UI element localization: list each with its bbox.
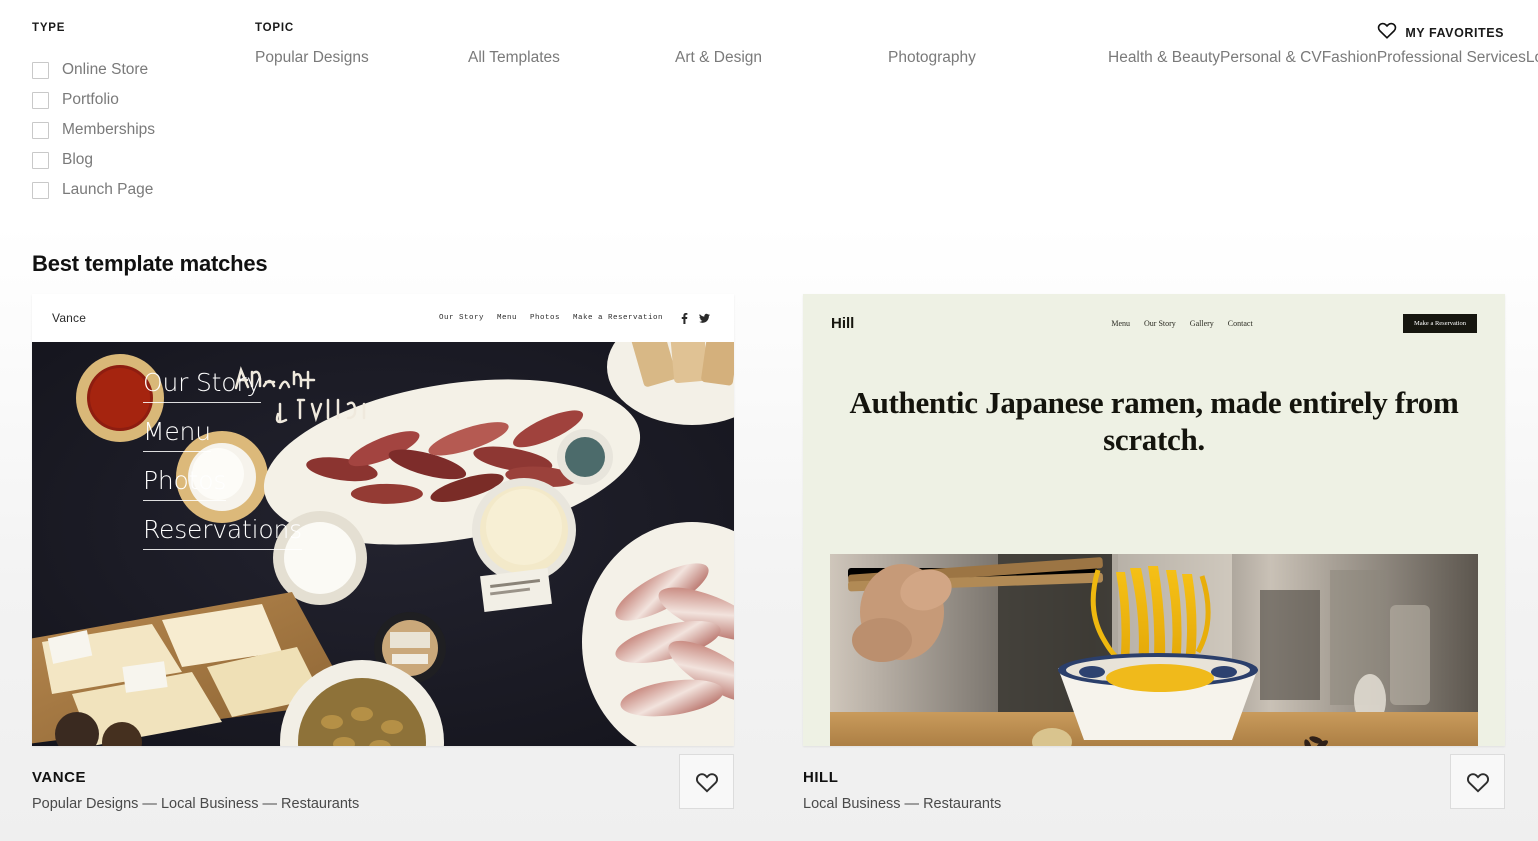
heart-icon bbox=[1377, 21, 1397, 44]
vance-logo: Vance bbox=[52, 311, 87, 325]
type-filter-blog[interactable]: Blog bbox=[32, 145, 155, 175]
topic-filter-column: TOPIC bbox=[255, 22, 294, 34]
type-filter-memberships[interactable]: Memberships bbox=[32, 115, 155, 145]
template-preview-vance[interactable]: Vance Our Story Menu Photos Make a Reser… bbox=[32, 294, 734, 746]
template-card-footer-vance: VANCE Popular Designs — Local Business —… bbox=[32, 746, 734, 836]
heart-icon bbox=[695, 772, 718, 793]
type-filter-label: Launch Page bbox=[62, 181, 154, 198]
hill-preview-body: Hill Menu Our Story Gallery Contact Make… bbox=[803, 294, 1505, 746]
topic-item-label: Fashion bbox=[1321, 49, 1377, 66]
template-card-grid: Vance Our Story Menu Photos Make a Reser… bbox=[32, 294, 1505, 836]
hill-preview-topbar: Hill Menu Our Story Gallery Contact Make… bbox=[803, 294, 1505, 352]
my-favorites-label: MY FAVORITES bbox=[1405, 25, 1504, 40]
template-name: HILL bbox=[803, 769, 839, 786]
hill-logo: Hill bbox=[831, 314, 855, 332]
topic-item-label: Health & Beauty bbox=[1108, 49, 1221, 66]
vance-nav-menu: Menu bbox=[496, 314, 517, 322]
vance-preview-nav: Our Story Menu Photos Make a Reservation bbox=[438, 312, 710, 324]
topic-item-label: Local Business bbox=[1525, 49, 1538, 66]
template-card-footer-hill: HILL Local Business — Restaurants bbox=[803, 746, 1505, 836]
hill-nav-gallery: Gallery bbox=[1189, 318, 1214, 328]
checkbox-icon[interactable] bbox=[32, 91, 49, 109]
vance-hero-link-menu: Menu bbox=[143, 417, 211, 452]
vance-hero-image bbox=[32, 342, 734, 746]
type-filter-label: Online Store bbox=[62, 61, 149, 78]
hill-nav-our-story: Our Story bbox=[1144, 318, 1176, 328]
filter-bar: TYPE Online Store Portfolio Memberships … bbox=[0, 0, 1538, 224]
type-filter-launch-page[interactable]: Launch Page bbox=[32, 175, 155, 205]
template-preview-hill[interactable]: Hill Menu Our Story Gallery Contact Make… bbox=[803, 294, 1505, 746]
page-title: Best template matches bbox=[32, 251, 268, 276]
vance-preview-topbar: Vance Our Story Menu Photos Make a Reser… bbox=[32, 294, 734, 342]
vance-hero: Our Story Menu Photos Reservations bbox=[32, 342, 734, 746]
vance-hero-link-reservations: Reservations bbox=[143, 515, 302, 550]
type-filter-label: Portfolio bbox=[62, 91, 119, 108]
vance-social-links bbox=[681, 312, 710, 324]
hill-nav-contact: Contact bbox=[1227, 318, 1253, 328]
topic-item-label: Professional Services bbox=[1376, 49, 1526, 66]
vance-nav-our-story: Our Story bbox=[438, 314, 484, 322]
type-heading: TYPE bbox=[32, 22, 66, 34]
facebook-icon bbox=[681, 312, 688, 324]
vance-nav-make-a-reservation: Make a Reservation bbox=[572, 314, 663, 322]
type-filter-column: TYPE Online Store Portfolio Memberships … bbox=[32, 22, 155, 205]
template-card-hill[interactable]: Hill Menu Our Story Gallery Contact Make… bbox=[803, 294, 1505, 836]
template-card-vance[interactable]: Vance Our Story Menu Photos Make a Reser… bbox=[32, 294, 734, 836]
my-favorites-button[interactable]: MY FAVORITES bbox=[1377, 21, 1504, 44]
hill-headline: Authentic Japanese ramen, made entirely … bbox=[849, 385, 1459, 457]
type-filter-online-store[interactable]: Online Store bbox=[32, 55, 155, 85]
vance-nav-photos: Photos bbox=[529, 314, 560, 322]
template-categories: Local Business — Restaurants bbox=[803, 796, 1002, 812]
topic-item-label: Personal & CV bbox=[1220, 49, 1322, 66]
hill-preview-nav: Menu Our Story Gallery Contact bbox=[1111, 319, 1252, 328]
topic-item-personal-cv[interactable]: →Personal & CV bbox=[1220, 43, 1322, 73]
topic-item-popular-designs[interactable]: →Popular Designs bbox=[255, 43, 468, 73]
checkbox-icon[interactable] bbox=[32, 121, 49, 139]
topic-item-health-beauty[interactable]: →Health & Beauty bbox=[1108, 43, 1220, 73]
checkbox-icon[interactable] bbox=[32, 61, 49, 79]
vance-hero-link-photos: Photos bbox=[143, 466, 226, 501]
twitter-icon bbox=[699, 313, 710, 323]
favorite-button-hill[interactable] bbox=[1450, 754, 1505, 809]
topic-filter-grid: →Popular Designs →All Templates →Art & D… bbox=[255, 43, 1538, 73]
checkbox-icon[interactable] bbox=[32, 181, 49, 199]
hill-make-a-reservation-button: Make a Reservation bbox=[1403, 313, 1477, 333]
template-name: VANCE bbox=[32, 769, 87, 786]
topic-item-professional-services[interactable]: →Professional Services bbox=[1377, 43, 1526, 73]
topic-item-all-templates[interactable]: →All Templates bbox=[468, 43, 675, 73]
type-filter-portfolio[interactable]: Portfolio bbox=[32, 85, 155, 115]
vance-hero-link-our-story: Our Story bbox=[143, 368, 261, 403]
hill-nav-menu: Menu bbox=[1111, 318, 1131, 328]
favorite-button-vance[interactable] bbox=[679, 754, 734, 809]
type-filter-label: Blog bbox=[62, 151, 94, 168]
checkbox-icon[interactable] bbox=[32, 151, 49, 169]
topic-heading: TOPIC bbox=[255, 22, 294, 34]
topic-item-label: Popular Designs bbox=[255, 49, 369, 66]
template-categories: Popular Designs — Local Business — Resta… bbox=[32, 796, 360, 812]
type-filter-label: Memberships bbox=[62, 121, 156, 138]
vance-hero-menu: Our Story Menu Photos Reservations bbox=[143, 368, 302, 550]
topic-item-label: Art & Design bbox=[675, 49, 763, 66]
topic-item-label: Photography bbox=[888, 49, 976, 66]
type-checkbox-list: Online Store Portfolio Memberships Blog … bbox=[32, 55, 155, 205]
topic-item-local-business[interactable]: →Local Business bbox=[1526, 43, 1538, 73]
topic-item-fashion[interactable]: →Fashion bbox=[1322, 43, 1377, 73]
topic-item-art-design[interactable]: →Art & Design bbox=[675, 43, 888, 73]
topic-item-photography[interactable]: →Photography bbox=[888, 43, 1108, 73]
topic-item-label: All Templates bbox=[468, 49, 560, 66]
hill-hero-image bbox=[830, 554, 1478, 746]
heart-icon bbox=[1466, 772, 1489, 793]
